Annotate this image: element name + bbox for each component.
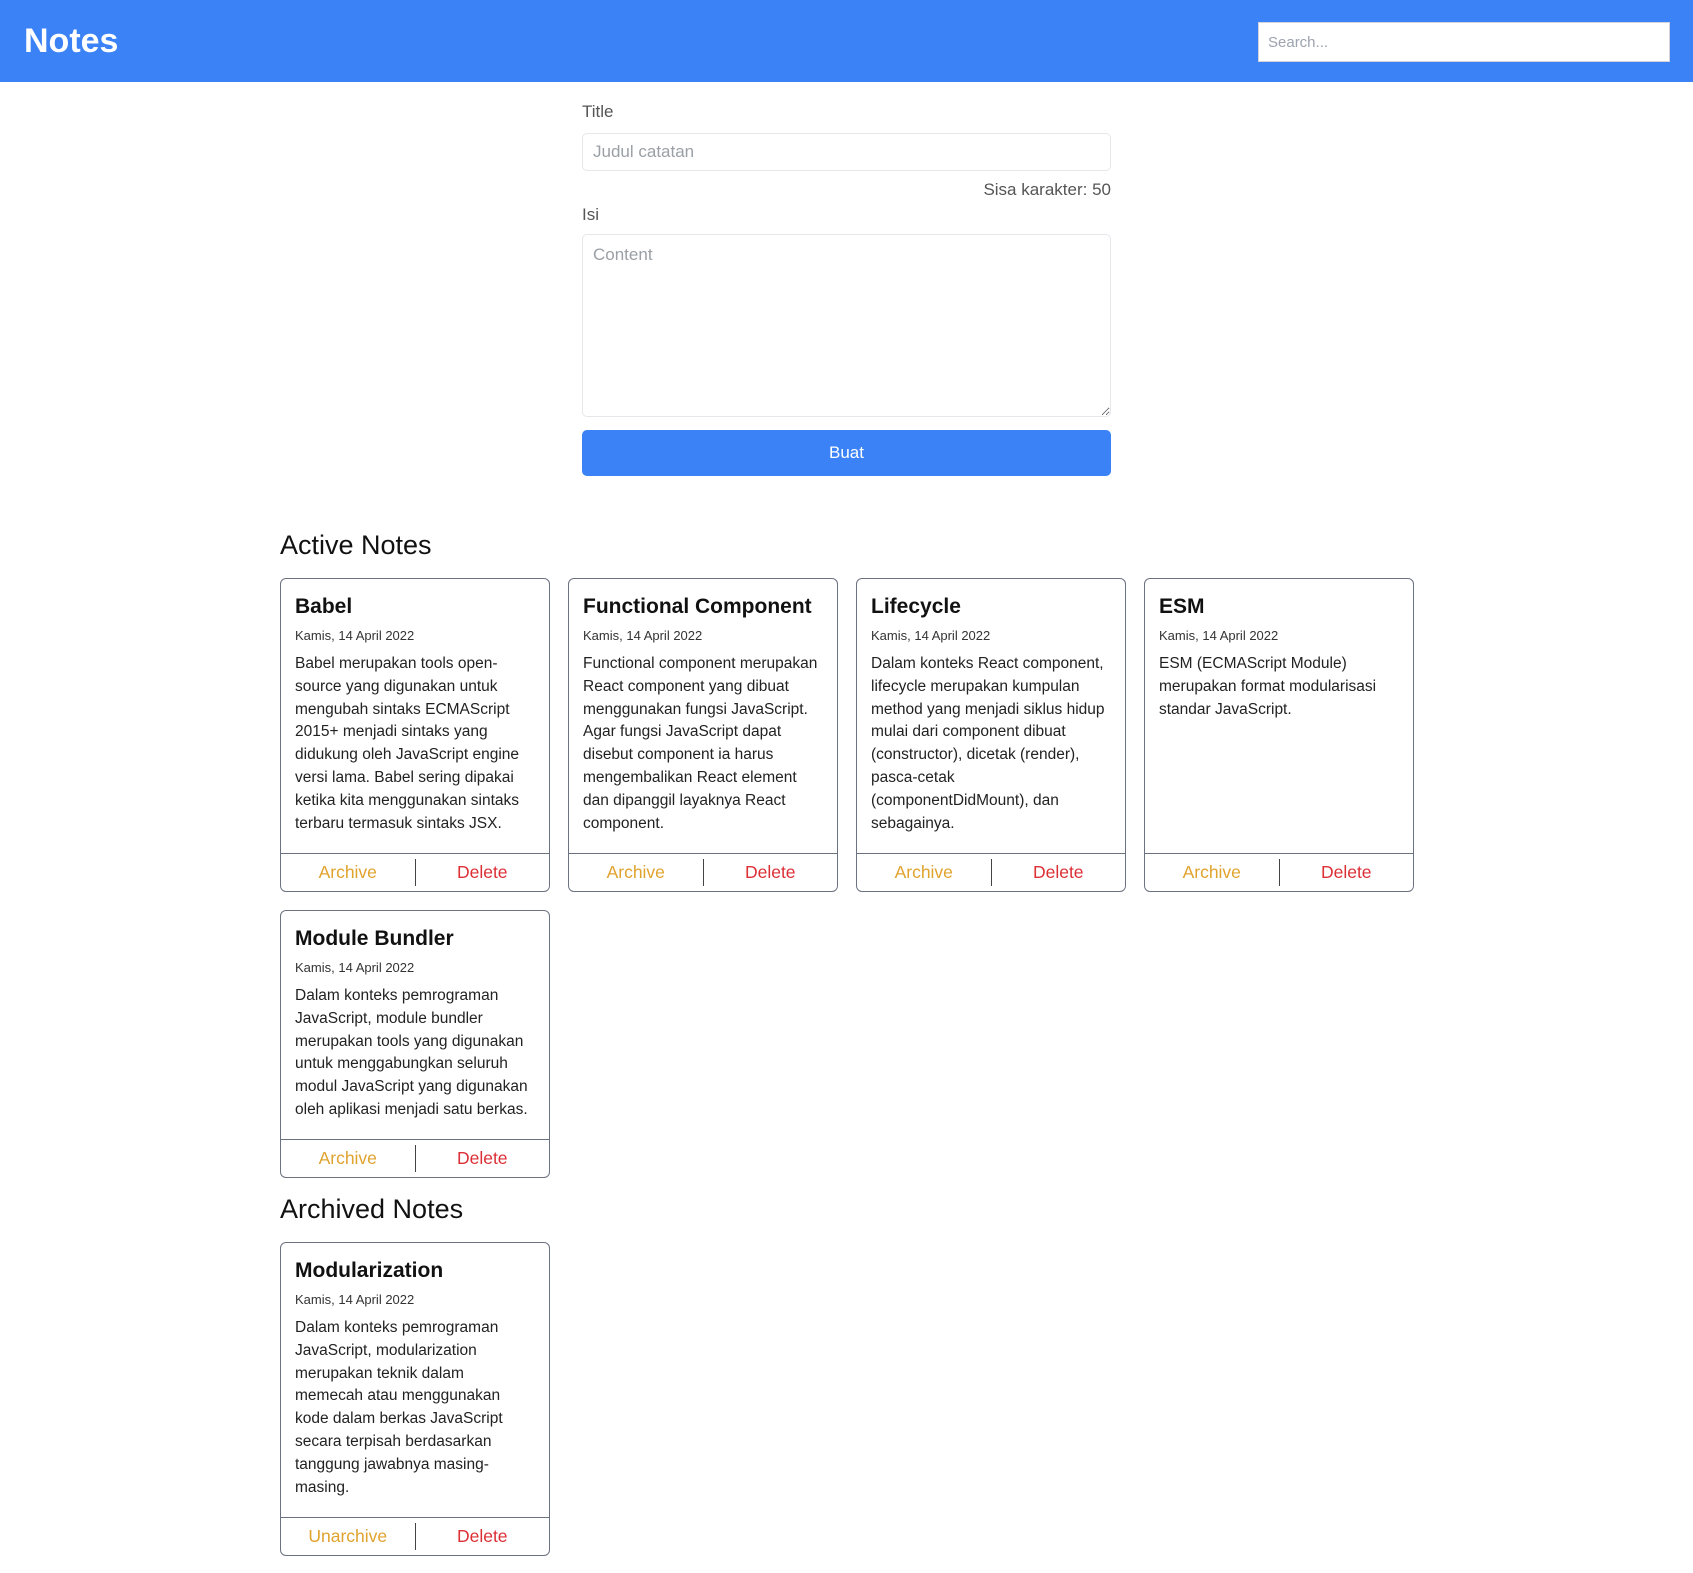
note-form: Title Sisa karakter: 50 Isi Buat [582,102,1111,476]
note-date: Kamis, 14 April 2022 [295,960,415,975]
note-title: Lifecycle [871,595,961,618]
note-actions: Archive Delete [281,1139,549,1177]
note-body: Dalam konteks pemrograman JavaScript, mo… [295,987,528,1118]
note-body: ESM (ECMAScript Module) merupakan format… [1159,655,1377,718]
app-title: Notes [24,22,119,60]
note-title: Babel [295,595,353,618]
note-card: Lifecycle Kamis, 14 April 2022 Dalam kon… [856,578,1126,892]
note-body: Dalam konteks pemrograman JavaScript, mo… [295,1319,503,1496]
create-button[interactable]: Buat [582,430,1111,476]
note-date: Kamis, 14 April 2022 [1159,628,1279,643]
archive-button[interactable]: Archive [1145,859,1280,886]
search-input[interactable] [1258,22,1670,62]
title-label: Title [582,102,614,121]
note-card: Functional Component Kamis, 14 April 202… [568,578,838,892]
archive-button[interactable]: Archive [281,1145,416,1172]
delete-button[interactable]: Delete [416,859,550,886]
note-card: Modularization Kamis, 14 April 2022 Dala… [280,1242,550,1556]
app-header: Notes [0,0,1693,82]
content-input[interactable] [582,234,1111,417]
content-label: Isi [582,205,599,224]
char-count: Sisa karakter: 50 [983,180,1111,199]
delete-button[interactable]: Delete [416,1523,550,1550]
note-date: Kamis, 14 April 2022 [295,1292,415,1307]
active-notes-heading: Active Notes [280,530,432,560]
note-date: Kamis, 14 April 2022 [871,628,991,643]
note-date: Kamis, 14 April 2022 [583,628,703,643]
note-title: ESM [1159,595,1205,618]
unarchive-button[interactable]: Unarchive [281,1523,416,1550]
note-actions: Archive Delete [1145,853,1413,891]
note-card: Module Bundler Kamis, 14 April 2022 Dala… [280,910,550,1178]
note-actions: Archive Delete [857,853,1125,891]
note-title: Modularization [295,1259,444,1282]
archived-notes-heading: Archived Notes [280,1194,464,1224]
note-body: Functional component merupakan React com… [583,655,818,832]
delete-button[interactable]: Delete [704,859,838,886]
delete-button[interactable]: Delete [1280,859,1414,886]
archive-button[interactable]: Archive [569,859,704,886]
note-card: Babel Kamis, 14 April 2022 Babel merupak… [280,578,550,892]
note-card: ESM Kamis, 14 April 2022 ESM (ECMAScript… [1144,578,1414,892]
note-title: Functional Component [583,595,812,618]
note-title: Module Bundler [295,927,454,950]
note-actions: Archive Delete [281,853,549,891]
note-actions: Archive Delete [569,853,837,891]
note-actions: Unarchive Delete [281,1517,549,1555]
archive-button[interactable]: Archive [281,859,416,886]
title-input[interactable] [582,133,1111,171]
note-body: Babel merupakan tools open-source yang d… [295,655,520,832]
note-body: Dalam konteks React component, lifecycle… [871,655,1105,832]
delete-button[interactable]: Delete [416,1145,550,1172]
delete-button[interactable]: Delete [992,859,1126,886]
note-date: Kamis, 14 April 2022 [295,628,415,643]
archive-button[interactable]: Archive [857,859,992,886]
